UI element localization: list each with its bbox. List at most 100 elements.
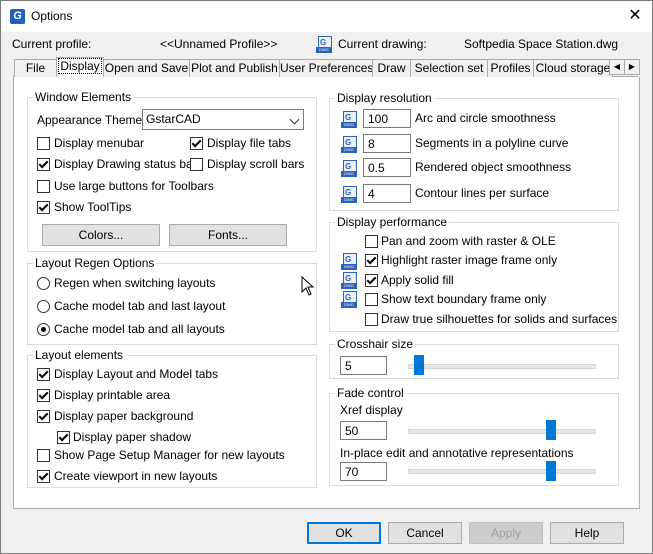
display-performance-title: Display performance (335, 215, 450, 229)
crosshair-slider-track[interactable] (408, 364, 596, 369)
dwg-file-icon: G DWG (341, 291, 357, 308)
arc-smoothness-label: Arc and circle smoothness (415, 111, 556, 125)
pan-zoom-raster-ole-label: Pan and zoom with raster & OLE (381, 234, 556, 248)
current-drawing-label: Current drawing: (338, 37, 427, 51)
display-paper-shadow-checkbox[interactable] (57, 431, 70, 444)
tab-user-preferences[interactable]: User Preferences (279, 59, 373, 77)
dwg-file-icon: G DWG (341, 160, 357, 177)
layout-elements-title: Layout elements (33, 348, 126, 362)
draw-true-silhouettes-checkbox[interactable] (365, 313, 378, 326)
dwg-file-icon: G DWG (341, 253, 357, 270)
dwg-file-icon: G DWG (341, 272, 357, 289)
display-paper-shadow-label: Display paper shadow (73, 430, 192, 444)
show-text-boundary-label: Show text boundary frame only (381, 292, 547, 306)
tab-selection-set[interactable]: Selection set (410, 59, 488, 77)
display-drawing-status-bar-checkbox[interactable] (37, 158, 50, 171)
ok-button[interactable]: OK (307, 522, 381, 544)
tab-scroll-right-button[interactable]: ▶ (624, 59, 640, 75)
xref-slider-thumb[interactable] (546, 420, 556, 440)
use-large-buttons-checkbox[interactable] (37, 180, 50, 193)
inplace-edit-label: In-place edit and annotative representat… (340, 446, 574, 460)
fonts-button[interactable]: Fonts... (169, 224, 287, 246)
crosshair-slider-thumb[interactable] (414, 355, 424, 375)
current-profile-label: Current profile: (12, 37, 92, 51)
window-title: Options (31, 9, 73, 23)
contour-lines-label: Contour lines per surface (415, 186, 550, 200)
appearance-theme-value: GstarCAD (146, 112, 201, 126)
tab-scroll-left-button[interactable]: ◀ (609, 59, 625, 75)
tab-display[interactable]: Display (56, 57, 104, 79)
highlight-raster-frame-checkbox[interactable] (365, 254, 378, 267)
apply-solid-fill-label: Apply solid fill (381, 273, 454, 287)
draw-true-silhouettes-label: Draw true silhouettes for solids and sur… (381, 312, 618, 326)
title-bar: G Options ✕ (1, 1, 652, 32)
display-printable-area-label: Display printable area (54, 388, 171, 402)
inplace-edit-input[interactable]: 70 (340, 462, 387, 481)
xref-display-input[interactable]: 50 (340, 421, 387, 440)
regen-when-switching-label: Regen when switching layouts (54, 276, 216, 290)
regen-when-switching-radio[interactable] (37, 277, 50, 290)
current-drawing-value: Softpedia Space Station.dwg (464, 37, 619, 51)
polyline-segments-input[interactable]: 8 (363, 134, 411, 153)
cache-last-layout-label: Cache model tab and last layout (54, 299, 226, 313)
apply-button[interactable]: Apply (469, 522, 543, 544)
colors-button[interactable]: Colors... (42, 224, 160, 246)
contour-lines-input[interactable]: 4 (363, 184, 411, 203)
tab-profiles[interactable]: Profiles (487, 59, 534, 77)
display-scroll-bars-checkbox[interactable] (190, 158, 203, 171)
appearance-theme-label: Appearance Theme: (37, 113, 146, 127)
display-paper-background-checkbox[interactable] (37, 410, 50, 423)
tab-file[interactable]: File (14, 59, 57, 77)
display-drawing-status-bar-label: Display Drawing status bar (54, 157, 197, 171)
cache-last-layout-radio[interactable] (37, 300, 50, 313)
show-tooltips-checkbox[interactable] (37, 201, 50, 214)
fade-control-title: Fade control (335, 386, 406, 400)
window-elements-title: Window Elements (33, 90, 134, 104)
crosshair-size-title: Crosshair size (335, 337, 416, 351)
rendered-object-smoothness-label: Rendered object smoothness (415, 160, 572, 174)
display-layout-model-tabs-checkbox[interactable] (37, 368, 50, 381)
inplace-slider-thumb[interactable] (546, 461, 556, 481)
help-button[interactable]: Help (550, 522, 624, 544)
tab-open-and-save[interactable]: Open and Save (103, 59, 190, 77)
mouse-pointer-icon (301, 276, 315, 296)
display-file-tabs-label: Display file tabs (207, 136, 292, 150)
display-scroll-bars-label: Display scroll bars (207, 157, 305, 171)
show-page-setup-manager-label: Show Page Setup Manager for new layouts (54, 448, 285, 462)
chevron-down-icon (289, 114, 300, 125)
apply-solid-fill-checkbox[interactable] (365, 274, 378, 287)
show-page-setup-manager-checkbox[interactable] (37, 449, 50, 462)
xref-display-label: Xref display (340, 403, 403, 417)
cancel-button[interactable]: Cancel (388, 522, 462, 544)
xref-slider-track[interactable] (408, 429, 596, 434)
display-file-tabs-checkbox[interactable] (190, 137, 203, 150)
display-resolution-title: Display resolution (335, 91, 434, 105)
display-menubar-label: Display menubar (54, 136, 145, 150)
inplace-slider-track[interactable] (408, 469, 596, 474)
cache-all-layouts-label: Cache model tab and all layouts (54, 322, 225, 336)
layout-regen-options-title: Layout Regen Options (33, 256, 157, 270)
create-viewport-checkbox[interactable] (37, 470, 50, 483)
cache-all-layouts-radio[interactable] (37, 323, 50, 336)
show-text-boundary-checkbox[interactable] (365, 293, 378, 306)
highlight-raster-frame-label: Highlight raster image frame only (381, 253, 558, 267)
tab-plot-and-publish[interactable]: Plot and Publish (189, 59, 280, 77)
appearance-theme-select[interactable]: GstarCAD (142, 109, 304, 130)
polyline-segments-label: Segments in a polyline curve (415, 136, 569, 150)
dwg-file-icon: G DWG (316, 36, 332, 53)
arc-smoothness-input[interactable]: 100 (363, 109, 411, 128)
display-printable-area-checkbox[interactable] (37, 389, 50, 402)
crosshair-size-input[interactable]: 5 (340, 356, 387, 375)
tab-display-label: Display (58, 58, 102, 74)
display-menubar-checkbox[interactable] (37, 137, 50, 150)
display-layout-model-tabs-label: Display Layout and Model tabs (54, 367, 219, 381)
pan-zoom-raster-ole-checkbox[interactable] (365, 235, 378, 248)
gstarcad-logo-icon: G (10, 9, 25, 24)
current-profile-value: <<Unnamed Profile>> (160, 37, 278, 51)
close-button[interactable]: ✕ (621, 3, 649, 29)
tab-draw[interactable]: Draw (372, 59, 411, 77)
show-tooltips-label: Show ToolTips (54, 200, 132, 214)
rendered-object-smoothness-input[interactable]: 0.5 (363, 158, 411, 177)
dwg-file-icon: G DWG (341, 111, 357, 128)
tab-cloud-storage[interactable]: Cloud storage (533, 59, 613, 77)
